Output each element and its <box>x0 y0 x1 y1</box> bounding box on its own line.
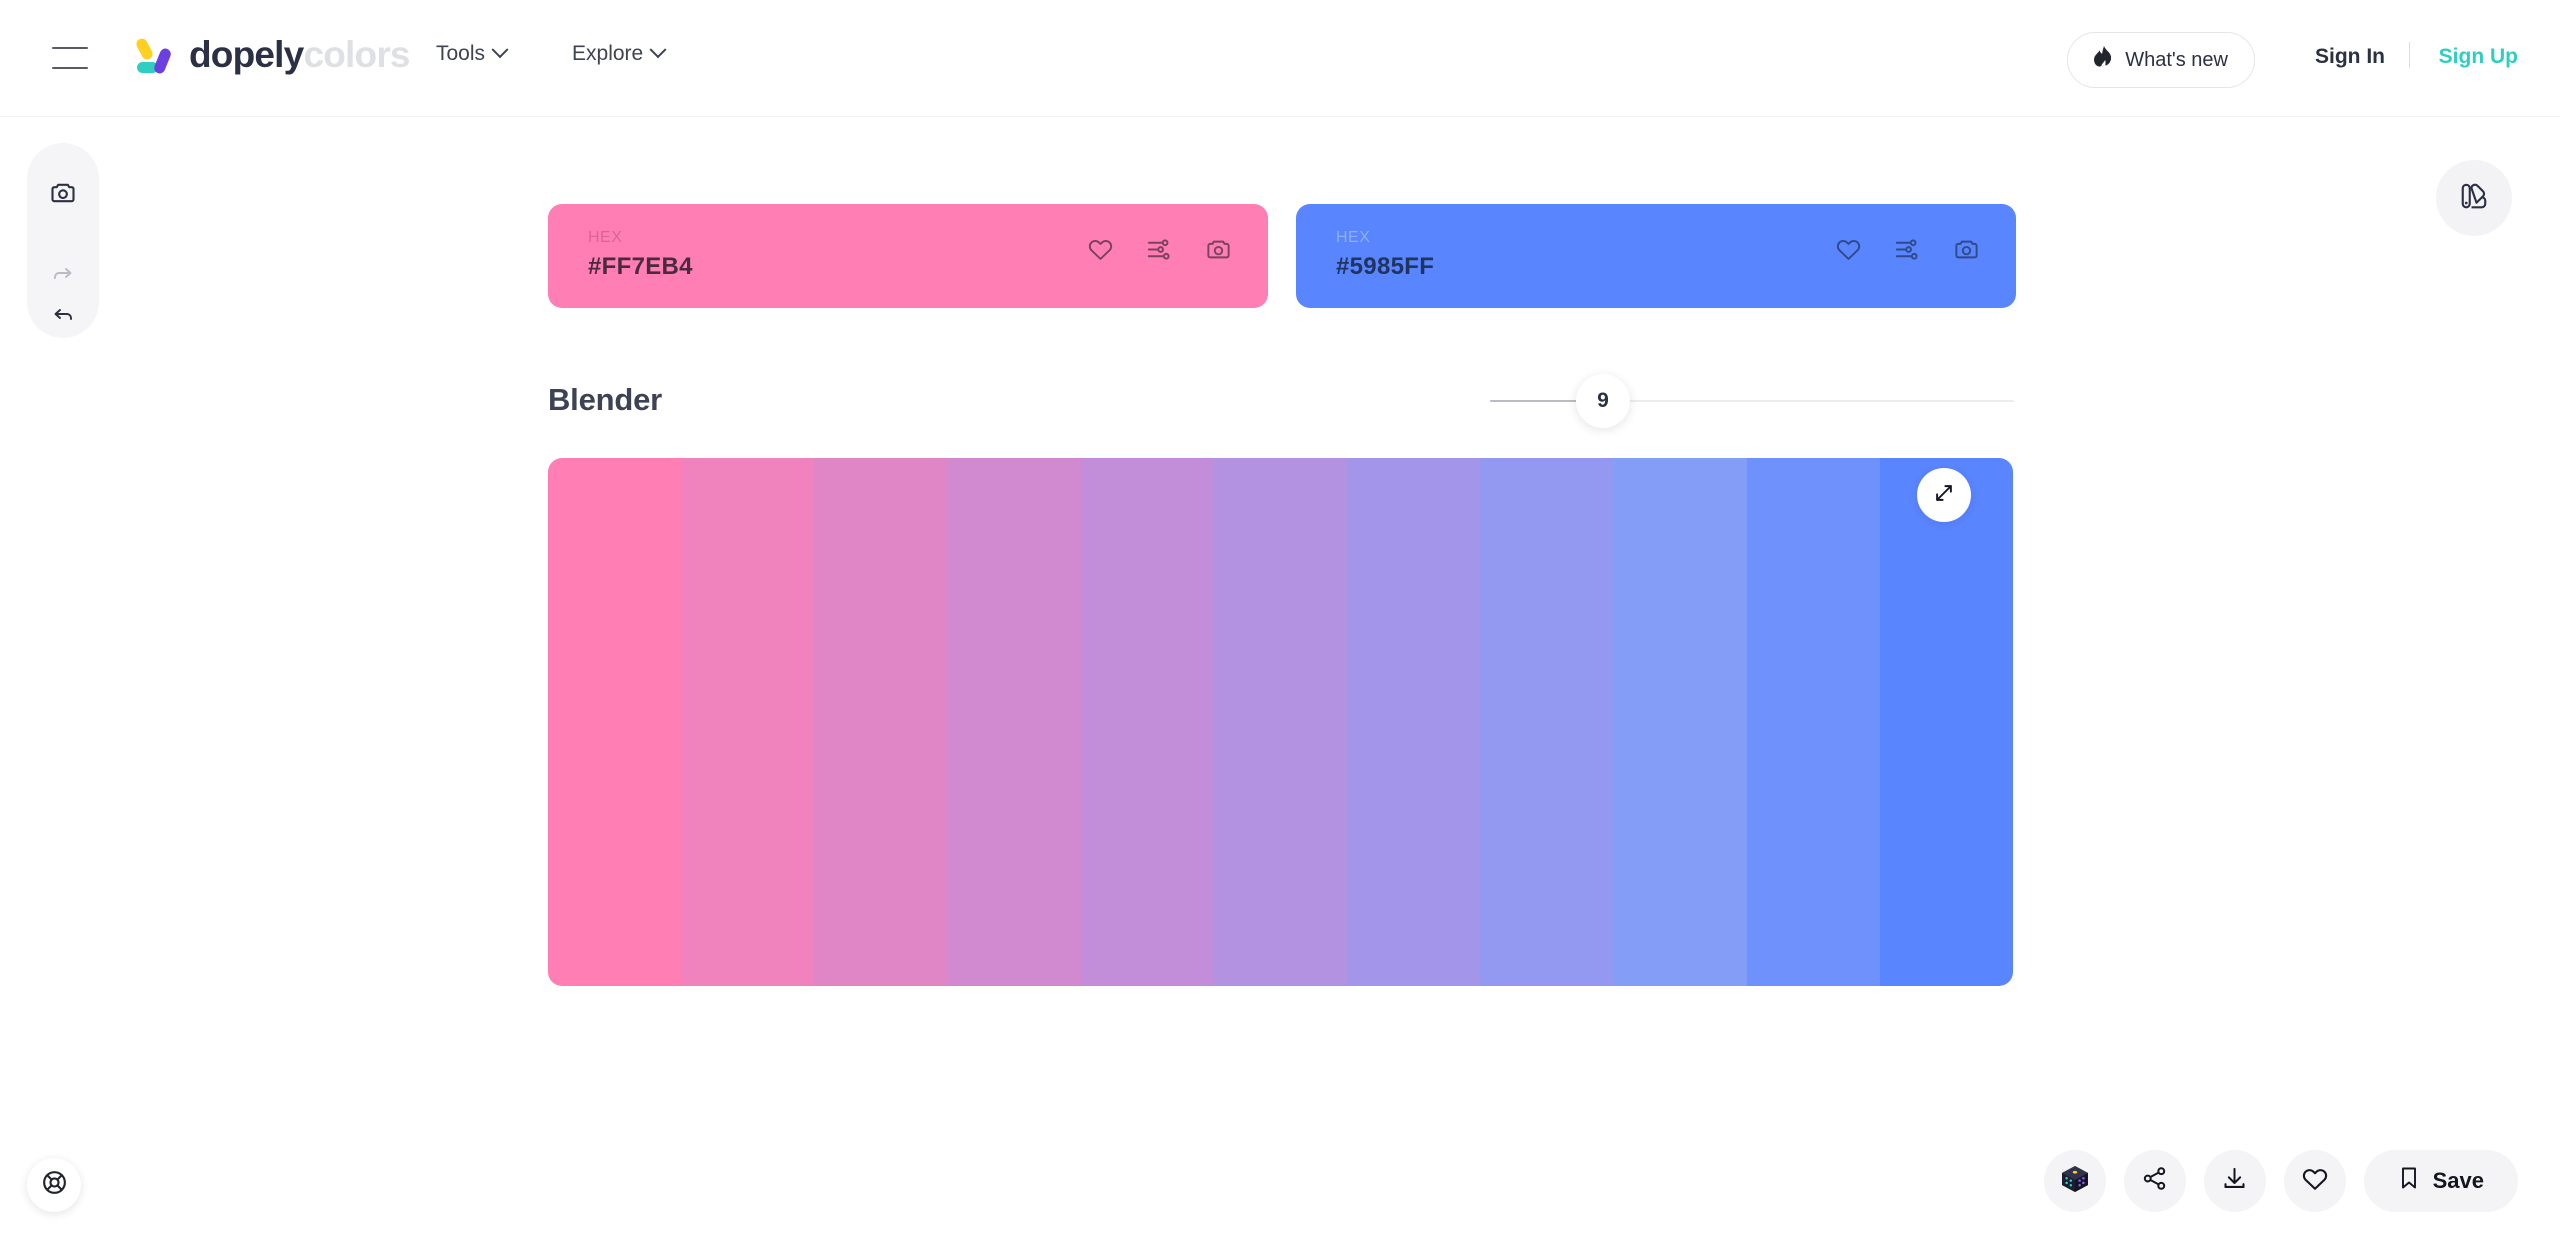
palette-swatch-9[interactable] <box>1613 458 1747 986</box>
palette-swatch-11[interactable] <box>1879 458 2013 986</box>
palette-swatch-5[interactable] <box>1080 458 1214 986</box>
sign-up-button[interactable]: Sign Up <box>2439 45 2518 69</box>
palette-swatch-button[interactable] <box>2436 160 2512 236</box>
rail-camera-button[interactable] <box>27 165 99 227</box>
left-tool-rail <box>27 143 99 338</box>
color-card-hex-value: #FF7EB4 <box>588 253 693 280</box>
sliders-icon[interactable] <box>1894 236 1921 263</box>
heart-icon[interactable] <box>1835 236 1862 263</box>
color-card-actions <box>1087 236 1232 263</box>
color-card-secondary[interactable]: HEX #5985FF <box>1296 204 2016 308</box>
blender-steps-slider[interactable]: 9 <box>1490 374 2014 428</box>
palette-swatch-8[interactable] <box>1480 458 1614 986</box>
share-icon <box>2141 1165 2168 1197</box>
color-card-hex-value: #5985FF <box>1336 253 1435 280</box>
nav-item-tools-label: Tools <box>436 42 486 65</box>
top-header: dopelycolors Tools Explore What's new Si… <box>0 0 2560 117</box>
camera-icon[interactable] <box>1205 236 1232 263</box>
nav-item-explore[interactable]: Explore <box>572 40 667 68</box>
color-card-hex-label: HEX <box>588 229 623 246</box>
bookmark-icon <box>2398 1166 2420 1196</box>
palette-swatch-4[interactable] <box>947 458 1081 986</box>
save-button[interactable]: Save <box>2363 1150 2518 1212</box>
color-card-hex-label: HEX <box>1336 229 1371 246</box>
save-button-label: Save <box>2432 1168 2484 1193</box>
palette-swatch-2[interactable] <box>681 458 815 986</box>
dice-icon <box>2059 1163 2091 1200</box>
share-button[interactable] <box>2123 1150 2186 1212</box>
blender-palette <box>548 458 2013 986</box>
whats-new-label: What's new <box>2125 48 2228 71</box>
palette-swatch-icon <box>2459 181 2489 216</box>
slider-thumb[interactable]: 9 <box>1576 374 1630 428</box>
chevron-down-icon <box>649 41 667 59</box>
header-divider <box>2408 42 2410 68</box>
dopely-logo-mark <box>132 32 178 78</box>
palette-swatch-1[interactable] <box>548 458 682 986</box>
camera-icon[interactable] <box>1953 236 1980 263</box>
color-card-primary[interactable]: HEX #FF7EB4 <box>548 204 1268 308</box>
help-button[interactable] <box>27 1158 81 1212</box>
camera-icon <box>49 179 77 212</box>
bottom-action-bar: Save <box>2043 1150 2518 1212</box>
sliders-icon[interactable] <box>1146 236 1173 263</box>
heart-icon <box>2301 1165 2329 1198</box>
download-icon <box>2221 1165 2248 1197</box>
logo-text: dopelycolors <box>189 32 411 78</box>
rail-undo-button[interactable] <box>27 298 99 338</box>
blender-section-title: Blender <box>548 382 663 417</box>
undo-icon <box>51 304 75 333</box>
flame-icon <box>2094 45 2114 75</box>
palette-swatch-7[interactable] <box>1347 458 1481 986</box>
nav-item-explore-label: Explore <box>572 42 644 65</box>
logo-text-colors: colors <box>303 34 410 75</box>
heart-icon[interactable] <box>1087 236 1114 263</box>
download-button[interactable] <box>2203 1150 2266 1212</box>
palette-swatch-6[interactable] <box>1213 458 1348 986</box>
rail-redo-button[interactable] <box>27 259 99 299</box>
palette-swatch-10[interactable] <box>1746 458 1880 986</box>
logo-text-dopely: dopely <box>189 34 304 75</box>
color-cards: HEX #FF7EB4 HEX #5985FF <box>548 204 2016 308</box>
expand-arrows-icon <box>1933 482 1955 509</box>
lifebuoy-icon <box>41 1169 68 1201</box>
expand-palette-button[interactable] <box>1917 468 1971 522</box>
randomize-dice-button[interactable] <box>2043 1150 2106 1212</box>
sign-in-button[interactable]: Sign In <box>2315 45 2385 69</box>
nav-item-tools[interactable]: Tools <box>436 40 509 68</box>
palette-swatch-3[interactable] <box>814 458 948 986</box>
logo[interactable]: dopelycolors <box>132 32 411 78</box>
color-card-actions <box>1835 236 1980 263</box>
main-nav: Tools Explore <box>436 40 667 68</box>
hamburger-menu-icon[interactable] <box>52 47 88 69</box>
redo-icon <box>51 264 75 293</box>
whats-new-button[interactable]: What's new <box>2067 32 2255 88</box>
favorite-button[interactable] <box>2283 1150 2346 1212</box>
chevron-down-icon <box>491 41 509 59</box>
